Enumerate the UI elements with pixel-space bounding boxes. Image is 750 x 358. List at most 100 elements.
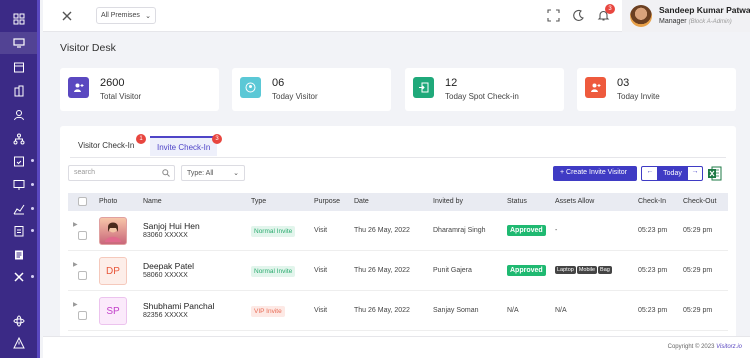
calendar-check-icon [13,156,24,167]
add-user-icon [68,77,89,98]
prev-day-button[interactable]: ← [643,168,657,179]
premises-select[interactable]: All Premises ⌄ [96,7,156,24]
row-checkbox[interactable] [78,311,87,320]
copyright-text: Copyright © 2023 Visitorz.io [668,344,742,350]
stat-label: Total Visitor [100,92,142,101]
user-role-sub: (Block A-Admin) [688,19,732,25]
status-badge: Approved [507,225,546,236]
type-badge: Normal Invite [251,266,296,277]
visitor-phone: 58060 XXXXX [143,272,188,279]
checkout-cell: 05:29 pm [683,307,713,314]
sidebar-item-visitor-desk[interactable] [0,32,37,54]
create-invite-button[interactable]: + Create Invite Visitor [553,166,637,181]
sidebar-item-hierarchy[interactable] [0,128,37,150]
column-header: Date [354,198,369,205]
type-badge: VIP Invite [251,306,285,317]
document-icon [14,250,23,260]
sidebar-item-logs[interactable] [0,220,37,242]
column-header: Check-Out [683,198,717,205]
column-header: Assets Allow [555,198,595,205]
excel-export-icon[interactable] [708,166,722,181]
column-header: Status [507,198,527,205]
notification-badge: 3 [605,4,615,14]
today-button[interactable]: Today [657,167,688,180]
page-title: Visitor Desk [60,42,116,54]
invited-by-cell: Dharamraj Singh [433,227,486,234]
select-all-checkbox[interactable] [78,197,87,206]
stat-card-total-visitor: 2600 Total Visitor [60,68,219,111]
tab-label: Invite Check-In [157,143,211,152]
status-cell: N/A [507,307,519,314]
dashboard-icon [13,13,24,25]
calendar-icon [13,62,24,73]
presentation-icon [13,180,24,190]
chart-icon [13,204,24,215]
plus-icon: + [560,169,565,176]
sidebar-item-events[interactable] [0,150,37,172]
table-row[interactable]: ▶ SP Shubhami Panchal 82356 XXXXX VIP In… [68,291,728,331]
sidebar-item-calendar[interactable] [0,56,37,78]
user-role: Manager (Block A-Admin) [659,18,732,25]
stat-value: 2600 [100,77,125,89]
sidebar-item-notes[interactable] [0,244,37,266]
clipboard-icon [14,226,23,237]
checkin-panel: Visitor Check-In 1 Invite Check-In 3 sea… [60,126,736,358]
fullscreen-icon[interactable] [547,9,560,22]
row-checkbox[interactable] [78,231,87,240]
type-filter-select[interactable]: Type: All ⌄ [181,165,245,181]
asset-tag: Laptop [555,266,576,274]
brand-link[interactable]: Visitorz.io [716,344,742,350]
date-cell: Thu 26 May, 2022 [354,227,410,234]
create-invite-label: Create Invite Visitor [566,169,627,176]
sidebar-item-users[interactable] [0,104,37,126]
sidebar-item-alerts[interactable] [0,332,37,354]
expand-icon[interactable]: ▶ [73,221,78,228]
stat-card-spot-checkin: 12 Today Spot Check-in [405,68,564,111]
stat-label: Today Visitor [272,92,318,101]
user-circle-icon [240,77,261,98]
visitor-name: Shubhami Panchal [143,301,215,311]
visitor-name: Deepak Patel [143,261,195,271]
footer: Copyright © 2023 Visitorz.io [43,336,750,358]
assets-cell: Laptop Mobile Bag [555,266,613,274]
close-icon[interactable] [60,9,74,23]
visitor-phone: 82356 XXXXX [143,312,188,319]
sidebar-item-reports[interactable] [0,198,37,220]
assets-cell: N/A [555,307,567,314]
stat-label: Today Spot Check-in [445,92,519,101]
date-navigator: ← Today → [641,166,703,181]
tab-badge: 1 [136,134,146,144]
user-menu[interactable]: Sandeep Kumar Patwa Manager (Block A-Adm… [622,0,750,32]
visitor-initials: SP [99,297,127,325]
sidebar-item-integrations[interactable] [0,310,37,332]
checkin-cell: 05:23 pm [638,267,668,274]
table-row[interactable]: ▶ DP Deepak Patel 58060 XXXXX Normal Inv… [68,251,728,291]
hierarchy-icon [13,133,24,145]
sidebar-item-tools[interactable] [0,266,37,288]
type-badge: Normal Invite [251,226,296,237]
row-checkbox[interactable] [78,271,87,280]
moon-icon[interactable] [572,9,585,22]
expand-icon[interactable]: ▶ [73,301,78,308]
building-icon [14,85,23,97]
atom-icon [13,315,24,327]
invited-by-cell: Punit Gajera [433,267,472,274]
sidebar-item-presentation[interactable] [0,174,37,196]
expand-icon[interactable]: ▶ [73,261,78,268]
table-row[interactable]: ▶ Sanjoj Hui Hen 83060 XXXXX Normal Invi… [68,211,728,251]
add-user-icon [585,77,606,98]
column-header: Name [143,198,162,205]
stat-card-today-visitor: 06 Today Visitor [232,68,391,111]
tab-visitor-checkin[interactable]: Visitor Check-In [71,136,141,156]
search-input[interactable]: search [68,165,175,181]
tab-invite-checkin[interactable]: Invite Check-In [150,136,218,156]
status-badge: Approved [507,265,546,276]
sidebar-item-buildings[interactable] [0,80,37,102]
next-day-button[interactable]: → [688,168,702,179]
date-cell: Thu 26 May, 2022 [354,267,410,274]
asset-tag: Mobile [576,266,598,274]
tab-divider [70,157,726,158]
sidebar-item-dashboard[interactable] [0,8,37,30]
chevron-down-icon: ⌄ [145,13,151,20]
column-header: Check-In [638,198,667,205]
